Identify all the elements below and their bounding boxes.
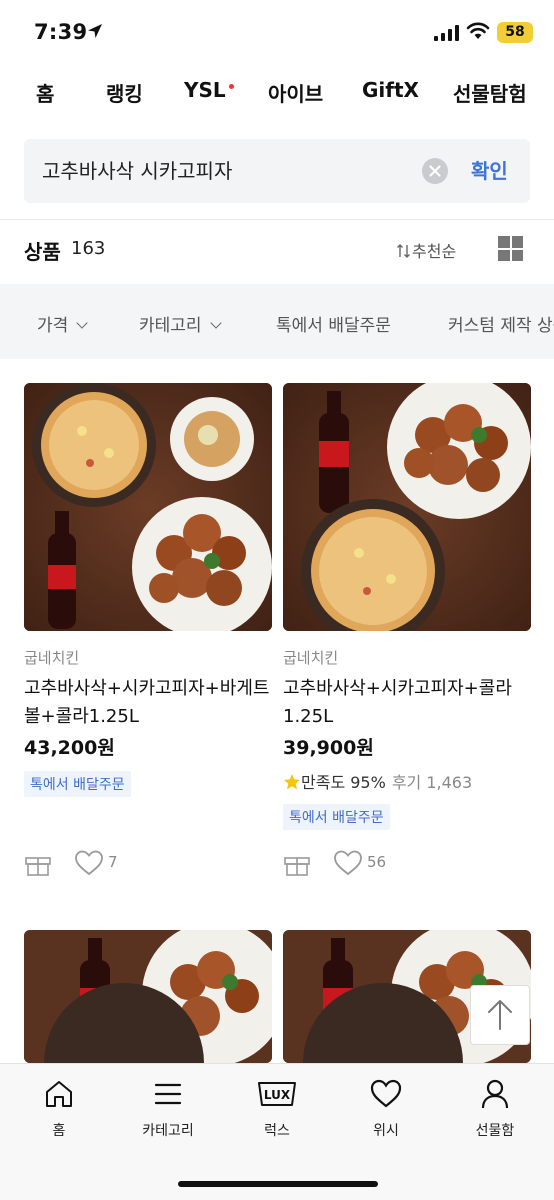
- clear-search-button[interactable]: [422, 158, 448, 184]
- grid-view-icon[interactable]: [498, 236, 523, 261]
- product-image[interactable]: [24, 383, 272, 631]
- sort-dropdown[interactable]: 추천순: [396, 238, 456, 262]
- svg-text:LUX: LUX: [264, 1088, 291, 1102]
- products-header: 상품 163 추천순: [24, 226, 530, 272]
- delivery-badge: 톡에서 배달주문: [24, 771, 131, 797]
- product-price: 39,900원: [283, 737, 374, 759]
- product-card[interactable]: [24, 930, 272, 1063]
- lux-icon: LUX: [258, 1082, 296, 1106]
- scroll-to-top-button[interactable]: [470, 985, 530, 1045]
- sort-label: 추천순: [412, 242, 457, 261]
- delivery-badge: 톡에서 배달주문: [283, 804, 390, 830]
- filter-category-label: 카테고리: [139, 316, 202, 336]
- nav-item-ive[interactable]: 아이브: [268, 78, 323, 107]
- star-icon: [284, 774, 300, 790]
- confirm-button[interactable]: 확인: [471, 139, 508, 203]
- filter-bar: 가격 카테고리 톡에서 배달주문 커스텀 제작 상품: [0, 284, 554, 359]
- gift-icon[interactable]: [24, 849, 52, 877]
- like-count: 7: [108, 853, 118, 871]
- tab-lux-label: 럭스: [264, 1123, 290, 1139]
- person-icon: [481, 1079, 509, 1109]
- nav-item-gift-explore[interactable]: 선물탐험: [453, 78, 527, 107]
- bottom-navigation: 홈 카테고리 LUX 럭스 위시 선물함: [0, 1063, 554, 1200]
- filter-price[interactable]: 가격: [37, 311, 88, 336]
- product-price: 43,200원: [24, 737, 115, 759]
- heart-icon[interactable]: [74, 849, 104, 877]
- tab-wish[interactable]: 위시: [341, 1078, 431, 1140]
- product-card[interactable]: 굽네치킨 고추바사삭+시카고피자+콜라1.25L 39,900원 만족도 95%…: [283, 383, 531, 893]
- product-image[interactable]: [283, 383, 531, 631]
- arrow-up-icon: [488, 1000, 512, 1030]
- filter-category[interactable]: 카테고리: [139, 311, 222, 336]
- top-navigation: 홈 랭킹 YSL 아이브 GiftX 선물탐험: [0, 78, 554, 118]
- cellular-signal-icon: [434, 25, 459, 41]
- home-icon: [46, 1081, 72, 1107]
- tab-category-label: 카테고리: [142, 1123, 194, 1139]
- nav-item-home[interactable]: 홈: [36, 78, 54, 107]
- search-bar: 고추바사삭 시카고피자 확인: [24, 139, 530, 203]
- tab-category[interactable]: 카테고리: [123, 1078, 213, 1140]
- home-indicator: [178, 1181, 378, 1187]
- nav-item-ysl[interactable]: YSL: [184, 78, 226, 102]
- heart-icon: [370, 1079, 402, 1108]
- chevron-down-icon: [209, 317, 222, 329]
- new-indicator-dot: [229, 84, 234, 89]
- review-count: 후기 1,463: [391, 773, 473, 792]
- tab-home-label: 홈: [52, 1123, 66, 1139]
- heart-icon[interactable]: [333, 849, 363, 877]
- products-label: 상품: [24, 240, 61, 264]
- battery-indicator: 58: [497, 22, 533, 43]
- menu-icon: [154, 1083, 182, 1105]
- product-card[interactable]: 굽네치킨 고추바사삭+시카고피자+바게트볼+콜라1.25L 43,200원 톡에…: [24, 383, 272, 883]
- products-count: 163: [71, 238, 106, 259]
- chevron-down-icon: [76, 317, 88, 329]
- product-brand: 굽네치킨: [283, 649, 339, 667]
- wifi-icon: [466, 22, 490, 39]
- sort-icon: [397, 244, 410, 258]
- status-time: 7:39: [34, 20, 88, 44]
- product-brand: 굽네치킨: [24, 649, 80, 667]
- tab-gift-box[interactable]: 선물함: [450, 1078, 540, 1140]
- like-count: 56: [367, 853, 387, 871]
- tab-gift-box-label: 선물함: [475, 1123, 515, 1139]
- tab-home[interactable]: 홈: [14, 1078, 104, 1140]
- location-arrow-icon: [88, 24, 102, 38]
- product-image[interactable]: [24, 930, 272, 1063]
- search-input[interactable]: 고추바사삭 시카고피자: [42, 139, 232, 203]
- nav-item-ranking[interactable]: 랭킹: [106, 78, 143, 107]
- filter-custom-made[interactable]: 커스텀 제작 상품: [448, 311, 554, 336]
- product-title[interactable]: 고추바사삭+시카고피자+바게트볼+콜라1.25L: [24, 675, 272, 731]
- tab-wish-label: 위시: [373, 1123, 399, 1139]
- close-icon: [429, 165, 441, 177]
- satisfaction-label: 만족도 95%: [301, 773, 386, 792]
- gift-icon[interactable]: [283, 849, 311, 877]
- tab-lux[interactable]: LUX 럭스: [232, 1078, 322, 1140]
- filter-talk-delivery[interactable]: 톡에서 배달주문: [276, 311, 391, 336]
- filter-price-label: 가격: [37, 316, 69, 336]
- nav-item-giftx[interactable]: GiftX: [362, 78, 419, 102]
- status-bar: 7:39 58: [0, 0, 554, 66]
- product-rating: 만족도 95% 후기 1,463: [283, 769, 472, 793]
- product-title[interactable]: 고추바사삭+시카고피자+콜라1.25L: [283, 675, 531, 731]
- divider: [0, 219, 554, 220]
